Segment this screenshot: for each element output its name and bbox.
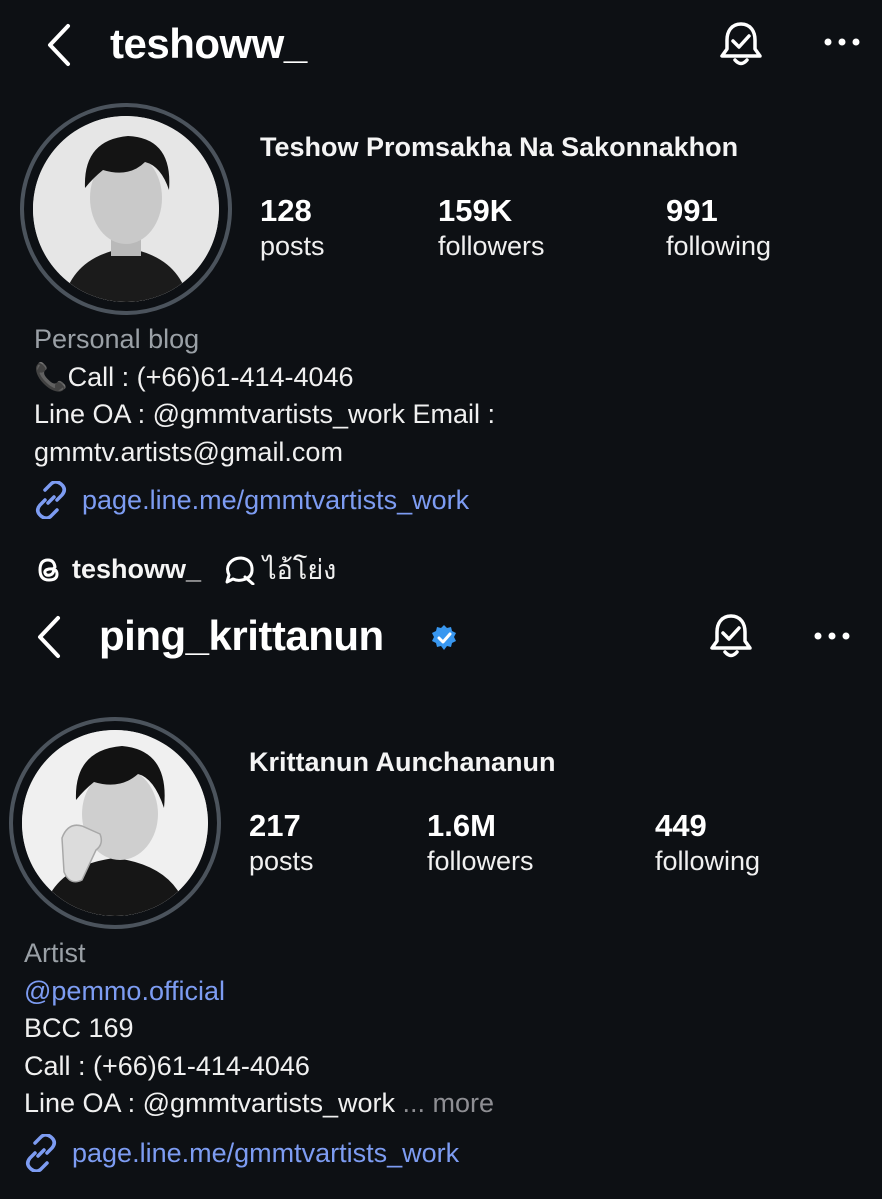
bio-line: gmmtv.artists@gmail.com <box>34 436 343 467</box>
username: teshoww_ <box>110 20 307 67</box>
link-icon <box>36 481 66 519</box>
category-label: Artist <box>24 938 86 968</box>
stat-label: following <box>655 846 761 876</box>
bell-check-icon[interactable] <box>708 610 754 660</box>
chevron-left-icon[interactable] <box>30 612 70 662</box>
stat-label: followers <box>438 231 545 261</box>
bio-line: 📞Call : (+66)61-414-4046 <box>34 361 354 392</box>
profile-ping-krittanun: ping_krittanun Krittanun Aunchananun 217… <box>0 600 882 1199</box>
link-text: page.line.me/gmmtvartists_work <box>72 1137 460 1168</box>
chat-bubble-icon <box>225 556 255 585</box>
link-text: page.line.me/gmmtvartists_work <box>82 484 470 515</box>
chevron-left-icon[interactable] <box>40 20 80 70</box>
full-name: Teshow Promsakha Na Sakonnakhon <box>260 132 739 162</box>
stat-posts[interactable]: 128 posts <box>260 193 325 263</box>
threads-handle: teshoww_ <box>72 554 202 584</box>
bio-line: BCC 169 <box>24 1013 134 1043</box>
stat-value: 128 <box>260 193 312 228</box>
bio-line: Line OA : @gmmtvartists_work Email : <box>34 399 496 429</box>
stat-followers[interactable]: 159K followers <box>438 193 545 263</box>
stat-value: 217 <box>249 808 301 843</box>
bell-check-icon[interactable] <box>718 18 764 68</box>
threads-icon <box>38 557 59 582</box>
stat-label: posts <box>260 231 325 261</box>
full-name: Krittanun Aunchananun <box>249 747 556 777</box>
avatar[interactable] <box>20 103 232 315</box>
bio-line: Call : (+66)61-414-4046 <box>24 1050 310 1081</box>
bio: Personal blog 📞Call : (+66)61-414-4046 L… <box>34 321 495 471</box>
stat-label: posts <box>249 846 314 876</box>
category-label: Personal blog <box>34 324 200 354</box>
stat-posts[interactable]: 217 posts <box>249 808 314 878</box>
profile-header: teshoww_ <box>0 0 882 80</box>
stat-followers[interactable]: 1.6M followers <box>427 808 534 878</box>
external-link[interactable]: page.line.me/gmmtvartists_work <box>22 1134 459 1172</box>
more-button[interactable]: ... more <box>403 1088 495 1118</box>
stat-value: 991 <box>666 193 718 228</box>
stat-value: 1.6M <box>427 808 496 843</box>
profile-teshoww: teshoww_ Teshow Promsakha Na Sakonnakhon… <box>0 0 882 600</box>
stat-following[interactable]: 449 following <box>655 808 760 878</box>
mention-link[interactable]: @pemmo.official <box>24 973 494 1011</box>
external-link[interactable]: page.line.me/gmmtvartists_work <box>32 481 469 519</box>
bio-line-text: Line OA : @gmmtvartists_work <box>24 1088 396 1118</box>
bio: Artist @pemmo.official BCC 169 Call : (+… <box>24 935 494 1123</box>
more-horizontal-icon[interactable] <box>812 626 852 646</box>
verified-badge-icon <box>430 624 458 652</box>
avatar[interactable] <box>9 717 221 929</box>
stat-label: following <box>666 231 772 261</box>
threads-note: ไอ้โย่ง <box>263 555 337 585</box>
threads-badge[interactable]: teshoww_ ไอ้โย่ง <box>34 548 336 591</box>
stat-label: followers <box>427 846 534 876</box>
bio-line: Line OA : @gmmtvartists_work ... more <box>24 1085 494 1123</box>
stat-value: 449 <box>655 808 707 843</box>
profile-header: ping_krittanun <box>0 600 882 680</box>
username: ping_krittanun <box>99 612 384 659</box>
stat-value: 159K <box>438 193 513 228</box>
more-horizontal-icon[interactable] <box>822 32 862 52</box>
stat-following[interactable]: 991 following <box>666 193 771 263</box>
link-icon <box>26 1134 56 1172</box>
